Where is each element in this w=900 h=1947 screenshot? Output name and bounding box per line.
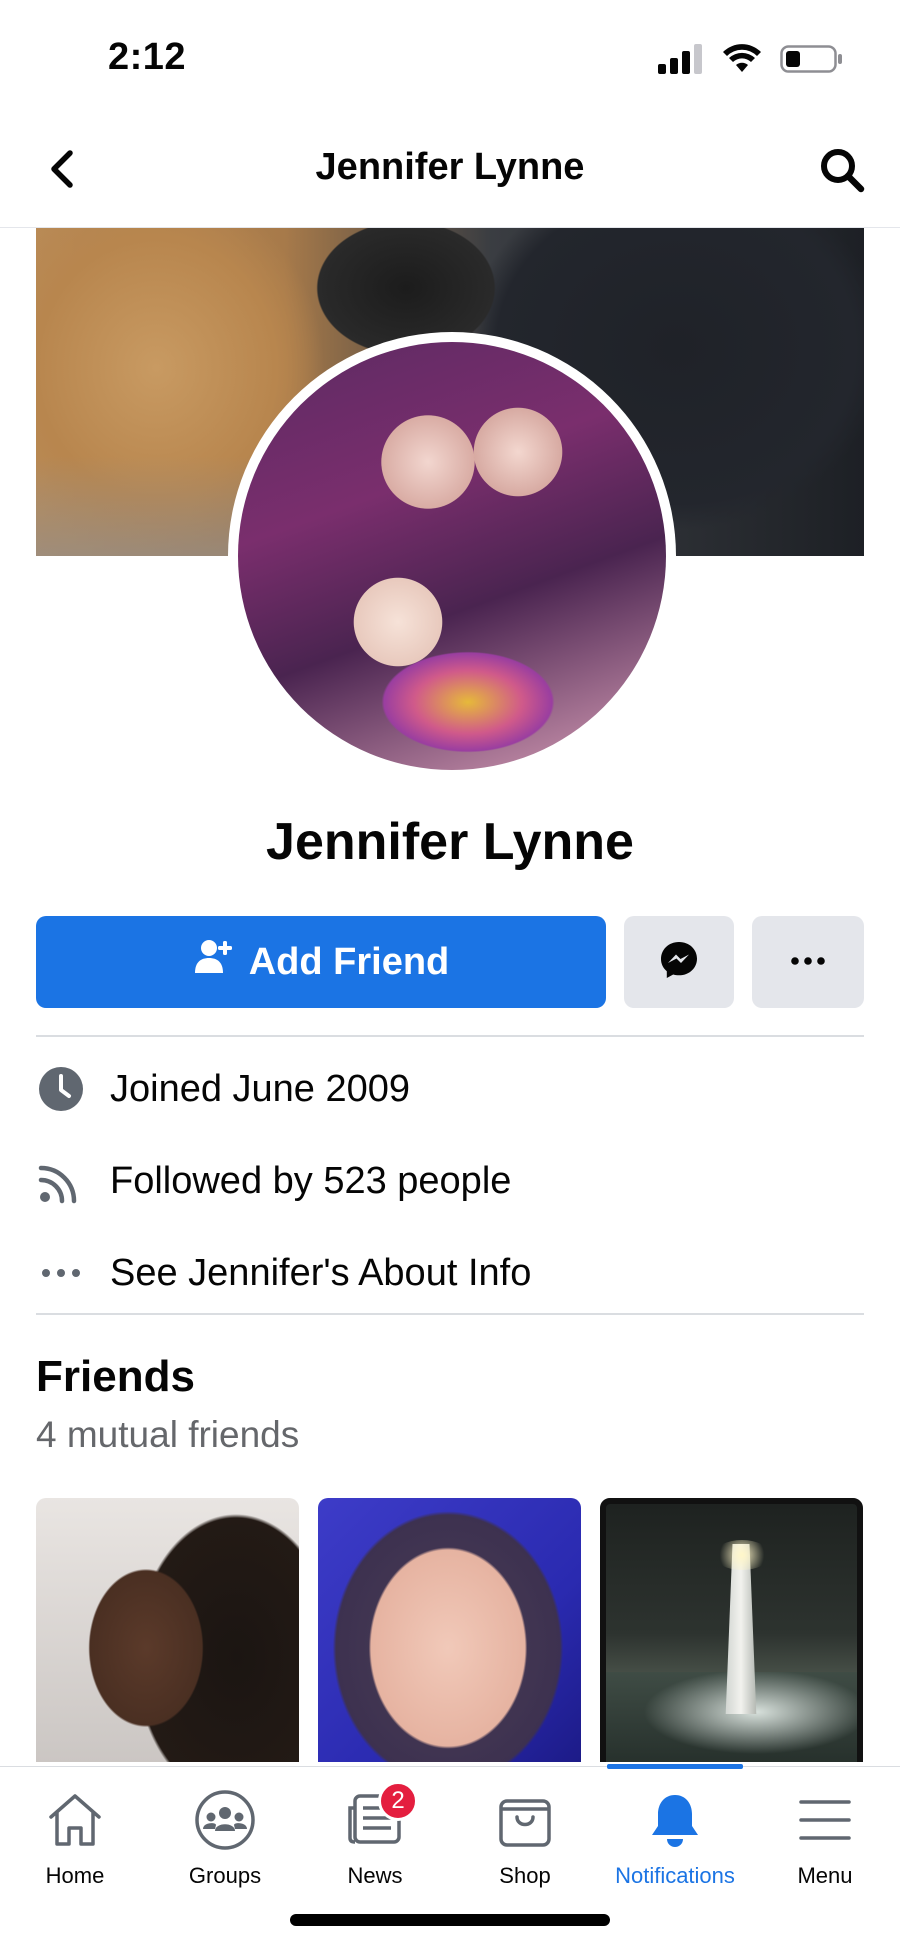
message-button[interactable] <box>624 916 734 1008</box>
friends-section-title: Friends <box>36 1352 195 1401</box>
add-friend-icon <box>193 937 233 987</box>
tab-notifications[interactable]: Notifications <box>600 1767 750 1897</box>
search-icon <box>818 146 866 199</box>
clock-icon <box>36 1064 86 1114</box>
tab-label: Notifications <box>615 1863 735 1888</box>
more-dots-icon <box>36 1248 86 1298</box>
friend-tile[interactable] <box>318 1498 581 1762</box>
mutual-friends-count[interactable]: 4 mutual friends <box>36 1414 299 1456</box>
tab-label: Shop <box>499 1863 551 1888</box>
profile-picture[interactable] <box>228 332 676 780</box>
tab-label: Home <box>45 1863 105 1888</box>
more-dots-icon <box>791 953 825 971</box>
cellular-signal-icon <box>658 44 704 79</box>
followers-text: Followed by 523 people <box>110 1159 512 1202</box>
wifi-icon <box>722 44 762 79</box>
friend-tile[interactable] <box>600 1498 863 1762</box>
news-icon: 2 <box>342 1781 418 1853</box>
add-friend-label: Add Friend <box>248 940 450 983</box>
friend-tile[interactable] <box>36 1498 299 1762</box>
home-indicator[interactable] <box>290 1914 610 1926</box>
tab-label: Menu <box>797 1863 853 1888</box>
about-info-text: See Jennifer's About Info <box>110 1251 532 1294</box>
tab-label: Groups <box>188 1863 262 1888</box>
battery-icon <box>780 44 844 79</box>
more-options-button[interactable] <box>752 916 864 1008</box>
bell-icon <box>642 1787 708 1853</box>
friend-tiles <box>36 1498 864 1762</box>
news-badge: 2 <box>378 1781 418 1821</box>
tab-shop[interactable]: Shop <box>450 1767 600 1897</box>
shop-icon <box>492 1787 558 1853</box>
tab-home[interactable]: Home <box>0 1767 150 1897</box>
about-info-link[interactable]: See Jennifer's About Info <box>36 1238 864 1308</box>
divider <box>36 1035 864 1037</box>
status-bar: 2:12 <box>0 0 900 120</box>
hamburger-icon <box>792 1787 858 1853</box>
followers-info[interactable]: Followed by 523 people <box>36 1146 864 1216</box>
joined-text: Joined June 2009 <box>110 1067 411 1110</box>
tab-news[interactable]: 2 News <box>300 1767 450 1897</box>
add-friend-button[interactable]: Add Friend <box>36 916 606 1008</box>
tab-label: News <box>347 1863 403 1888</box>
groups-icon <box>192 1787 258 1853</box>
home-icon <box>42 1787 108 1853</box>
tab-groups[interactable]: Groups <box>150 1767 300 1897</box>
profile-picture-image <box>238 342 666 770</box>
profile-header: Jennifer Lynne <box>0 120 900 228</box>
messenger-icon <box>658 939 700 986</box>
profile-name: Jennifer Lynne <box>266 813 634 871</box>
joined-info: Joined June 2009 <box>36 1054 864 1124</box>
tab-menu[interactable]: Menu <box>750 1767 900 1897</box>
search-button[interactable] <box>812 142 872 202</box>
rss-feed-icon <box>36 1156 86 1206</box>
page-title: Jennifer Lynne <box>315 146 585 188</box>
status-time: 2:12 <box>108 36 187 78</box>
divider <box>36 1313 864 1315</box>
active-tab-indicator <box>607 1764 743 1769</box>
friend-photo-light <box>714 1540 770 1570</box>
status-icons <box>658 44 844 79</box>
